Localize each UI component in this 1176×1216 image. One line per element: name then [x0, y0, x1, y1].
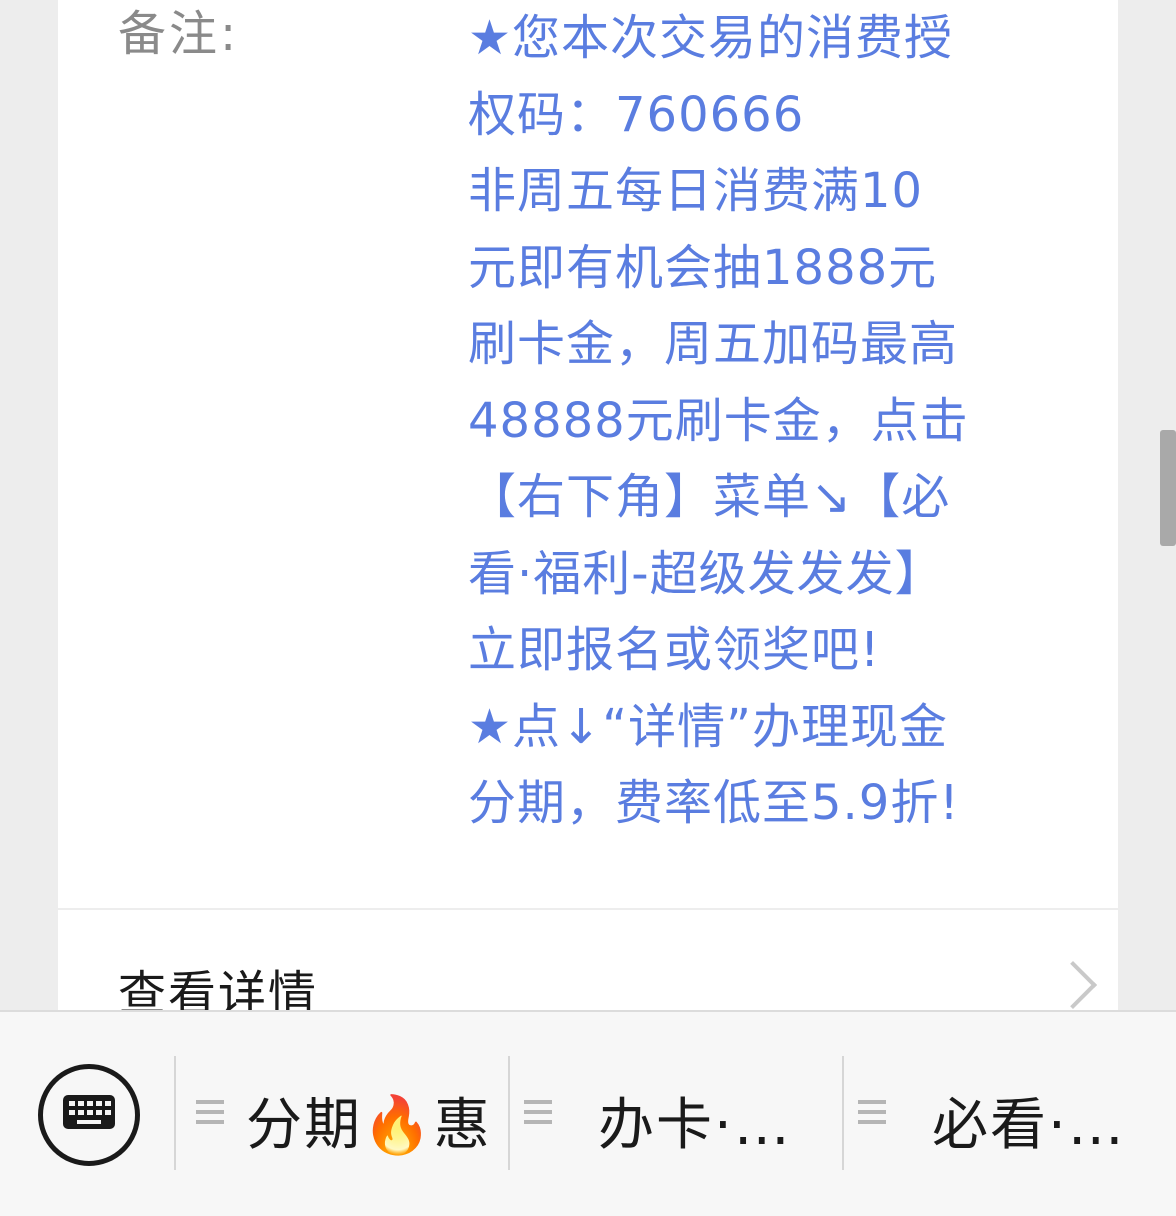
remark-line: ★您本次交易的消费授 [468, 10, 954, 66]
menu-item-label: 分期🔥惠 [246, 1093, 492, 1158]
bottom-menu-bar: 分期🔥惠 办卡·… 必看·… [0, 1010, 1176, 1216]
menu-item-label: 必看·… [932, 1093, 1126, 1158]
remark-line: ★点↓“详情”办理现金 [468, 698, 948, 755]
menu-item-installment[interactable]: 分期🔥惠 [176, 1052, 508, 1182]
remark-line: 非周五每日消费满10 [468, 163, 924, 219]
remark-label: 备注: [118, 6, 240, 62]
chevron-right-icon [1048, 960, 1098, 1010]
remark-line: 刷卡金，周五加码最高 [468, 316, 959, 372]
menu-lines-icon [858, 1100, 886, 1124]
menu-item-must-see[interactable]: 必看·… [844, 1052, 1176, 1182]
menu-item-label: 办卡·… [598, 1093, 792, 1158]
view-details-label: 查看详情 [118, 966, 319, 1012]
remark-line: 立即报名或领奖吧! [468, 622, 881, 678]
remark-line: 权码：760666 [468, 86, 805, 143]
remark-line: 48888元刷卡金，点击 [468, 392, 969, 449]
message-card: 备注: ★您本次交易的消费授 权码：760666 非周五每日消费满10 元即有机… [58, 0, 1118, 1012]
remark-line: 分期，费率低至5.9折! [468, 775, 960, 831]
keyboard-toggle-button[interactable] [38, 1064, 140, 1166]
remark-line: 元即有机会抽1888元 [468, 239, 938, 296]
menu-lines-icon [196, 1100, 224, 1124]
scrollbar[interactable] [1160, 430, 1176, 546]
keyboard-icon [63, 1095, 115, 1129]
remark-line: 看·福利-超级发发发】 [468, 545, 944, 602]
menu-item-apply-card[interactable]: 办卡·… [510, 1052, 842, 1182]
view-details-row[interactable]: 查看详情 [58, 910, 1118, 1012]
remark-text: ★您本次交易的消费授 权码：760666 非周五每日消费满10 元即有机会抽18… [468, 0, 1028, 842]
remark-line: 【右下角】菜单↘【必 [468, 469, 951, 525]
menu-lines-icon [524, 1100, 552, 1124]
